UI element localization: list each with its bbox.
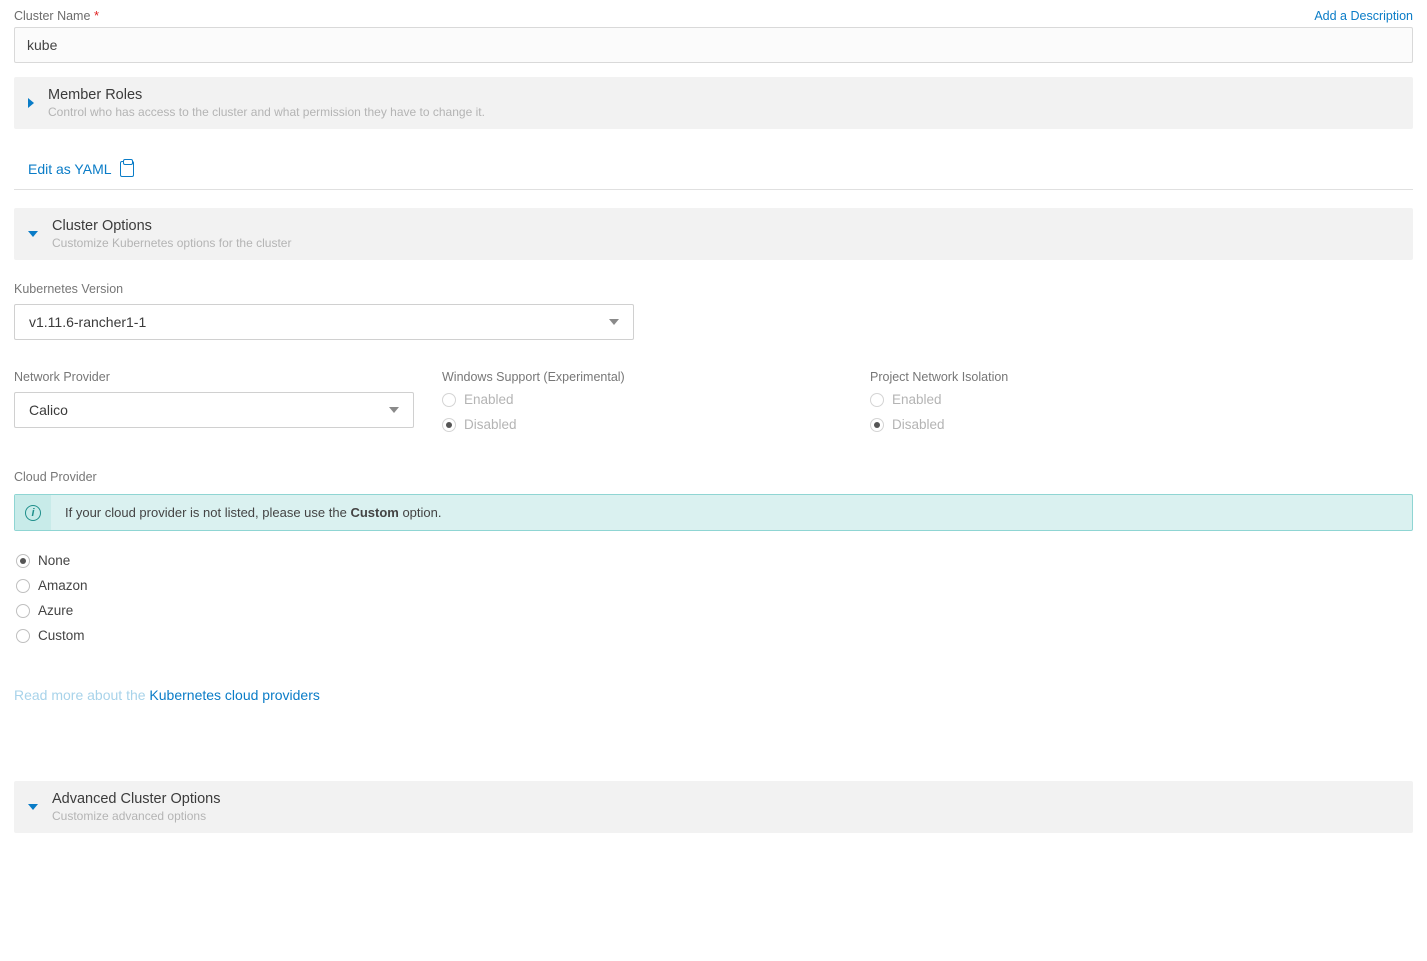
windows-support-label: Windows Support (Experimental) bbox=[442, 370, 866, 384]
cluster-name-input[interactable] bbox=[14, 27, 1413, 63]
info-icon: i bbox=[25, 505, 41, 521]
radio-icon bbox=[442, 393, 456, 407]
radio-icon bbox=[442, 418, 456, 432]
network-provider-label: Network Provider bbox=[14, 370, 438, 384]
windows-disabled-radio: Disabled bbox=[442, 417, 866, 432]
radio-icon bbox=[870, 418, 884, 432]
cluster-options-header[interactable]: Cluster Options Customize Kubernetes opt… bbox=[14, 208, 1413, 260]
cloud-none-label: None bbox=[38, 553, 70, 568]
cloud-info-bold: Custom bbox=[350, 505, 398, 520]
cloud-none-radio[interactable]: None bbox=[16, 553, 1413, 568]
isolation-disabled-label: Disabled bbox=[892, 417, 945, 432]
k8s-version-value: v1.11.6-rancher1-1 bbox=[29, 314, 146, 330]
read-more-text: Read more about the Kubernetes cloud pro… bbox=[14, 687, 1413, 703]
member-roles-subtitle: Control who has access to the cluster an… bbox=[48, 105, 485, 119]
network-provider-select[interactable]: Calico bbox=[14, 392, 414, 428]
cloud-azure-radio[interactable]: Azure bbox=[16, 603, 1413, 618]
radio-icon bbox=[870, 393, 884, 407]
isolation-disabled-radio: Disabled bbox=[870, 417, 1294, 432]
windows-disabled-label: Disabled bbox=[464, 417, 517, 432]
cloud-info-prefix: If your cloud provider is not listed, pl… bbox=[65, 505, 350, 520]
advanced-options-subtitle: Customize advanced options bbox=[52, 809, 220, 823]
member-roles-title: Member Roles bbox=[48, 87, 485, 103]
isolation-enabled-radio: Enabled bbox=[870, 392, 1294, 407]
cloud-custom-radio[interactable]: Custom bbox=[16, 628, 1413, 643]
project-isolation-label: Project Network Isolation bbox=[870, 370, 1294, 384]
chevron-down-icon bbox=[609, 319, 619, 325]
member-roles-header[interactable]: Member Roles Control who has access to t… bbox=[14, 77, 1413, 129]
clipboard-icon bbox=[120, 161, 134, 177]
isolation-enabled-label: Enabled bbox=[892, 392, 942, 407]
edit-as-yaml-link[interactable]: Edit as YAML bbox=[14, 147, 1413, 190]
radio-icon bbox=[16, 629, 30, 643]
cloud-provider-info-banner: i If your cloud provider is not listed, … bbox=[14, 494, 1413, 531]
cluster-options-title: Cluster Options bbox=[52, 218, 291, 234]
advanced-options-header[interactable]: Advanced Cluster Options Customize advan… bbox=[14, 781, 1413, 833]
windows-enabled-label: Enabled bbox=[464, 392, 514, 407]
advanced-options-title: Advanced Cluster Options bbox=[52, 791, 220, 807]
cluster-name-label: Cluster Name bbox=[14, 9, 90, 23]
required-indicator: * bbox=[94, 8, 99, 23]
cloud-azure-label: Azure bbox=[38, 603, 73, 618]
caret-down-icon bbox=[28, 804, 38, 810]
edit-as-yaml-text: Edit as YAML bbox=[28, 161, 112, 177]
cloud-provider-label: Cloud Provider bbox=[14, 470, 1413, 484]
windows-enabled-radio: Enabled bbox=[442, 392, 866, 407]
network-provider-value: Calico bbox=[29, 402, 68, 418]
chevron-down-icon bbox=[389, 407, 399, 413]
cloud-info-suffix: option. bbox=[399, 505, 442, 520]
radio-icon bbox=[16, 579, 30, 593]
cloud-amazon-label: Amazon bbox=[38, 578, 88, 593]
caret-right-icon bbox=[28, 98, 34, 108]
cluster-options-subtitle: Customize Kubernetes options for the clu… bbox=[52, 236, 291, 250]
k8s-version-label: Kubernetes Version bbox=[14, 282, 1413, 296]
k8s-version-select[interactable]: v1.11.6-rancher1-1 bbox=[14, 304, 634, 340]
radio-icon bbox=[16, 604, 30, 618]
radio-icon bbox=[16, 554, 30, 568]
caret-down-icon bbox=[28, 231, 38, 237]
cloud-custom-label: Custom bbox=[38, 628, 85, 643]
add-description-link[interactable]: Add a Description bbox=[1314, 9, 1413, 23]
k8s-cloud-providers-link[interactable]: Kubernetes cloud providers bbox=[149, 687, 319, 703]
cloud-amazon-radio[interactable]: Amazon bbox=[16, 578, 1413, 593]
